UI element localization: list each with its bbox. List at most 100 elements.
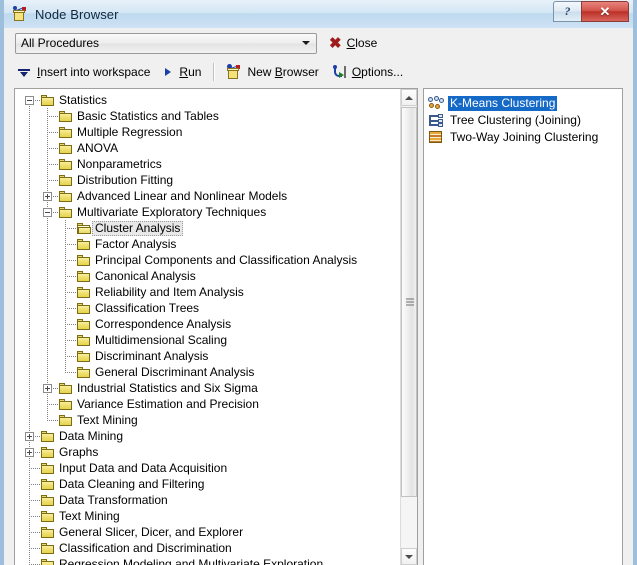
node-list-item[interactable]: Two-Way Joining Clustering (428, 129, 620, 146)
collapse-node-icon[interactable] (43, 208, 52, 217)
tree-node[interactable]: Reliability and Item Analysis (15, 284, 400, 300)
tree-node[interactable]: Variance Estimation and Precision (15, 396, 400, 412)
run-label: Run (179, 65, 201, 79)
tree-node[interactable]: Industrial Statistics and Six Sigma (15, 380, 400, 396)
close-window-button[interactable]: ✕ (581, 1, 629, 22)
tree-node-label: Basic Statistics and Tables (77, 108, 219, 123)
tree-node[interactable]: Data Transformation (15, 492, 400, 508)
client-area: All Procedures ✖ Close Insert into works… (4, 28, 633, 565)
tree-node[interactable]: Data Mining (15, 428, 400, 444)
tree-node[interactable]: General Discriminant Analysis (15, 364, 400, 380)
window-buttons: ? ✕ (553, 1, 629, 22)
new-browser-icon (225, 64, 242, 80)
tree-node[interactable]: Multidimensional Scaling (15, 332, 400, 348)
new-browser-button[interactable]: New Browser (225, 61, 319, 83)
help-button[interactable]: ? (553, 1, 581, 22)
expand-node-icon[interactable] (25, 448, 34, 457)
insert-into-workspace-button[interactable]: Insert into workspace (16, 61, 150, 83)
folder-icon (58, 110, 74, 123)
node-list-item[interactable]: Tree Clustering (Joining) (428, 112, 620, 129)
options-label: Options... (352, 65, 403, 79)
tree-node-label: Data Transformation (59, 492, 168, 507)
tree-node[interactable]: Text Mining (15, 412, 400, 428)
tree-guide-line (65, 260, 76, 261)
tree-node[interactable]: Text Mining (15, 508, 400, 524)
folder-icon (40, 446, 56, 459)
tree-node[interactable]: Correspondence Analysis (15, 316, 400, 332)
folder-icon (76, 238, 92, 251)
tree-node[interactable]: Multivariate Exploratory Techniques (15, 204, 400, 220)
scroll-down-button[interactable] (401, 548, 417, 565)
tree-guide-line (65, 372, 76, 373)
tree-node-label: Canonical Analysis (95, 268, 196, 283)
scroll-up-button[interactable] (401, 89, 417, 106)
tree-guide-line (65, 340, 76, 341)
tree-node[interactable]: Input Data and Data Acquisition (15, 460, 400, 476)
expand-node-icon[interactable] (25, 432, 34, 441)
tree-node[interactable]: Multiple Regression (15, 124, 400, 140)
tree-node[interactable]: General Slicer, Dicer, and Explorer (15, 524, 400, 540)
folder-icon (76, 254, 92, 267)
folder-icon (40, 462, 56, 475)
tree-node[interactable]: Graphs (15, 444, 400, 460)
tree-node[interactable]: Advanced Linear and Nonlinear Models (15, 188, 400, 204)
procedure-filter-combobox[interactable]: All Procedures (15, 32, 317, 54)
tree-guide-line (47, 180, 58, 181)
tree-node[interactable]: Principal Components and Classification … (15, 252, 400, 268)
category-tree-pane: Statistics Basic Statistics and Tables Mul… (14, 88, 418, 565)
tree-node-label: Input Data and Data Acquisition (59, 460, 228, 475)
folder-icon (58, 174, 74, 187)
tree-node[interactable]: ANOVA (15, 140, 400, 156)
tree-node[interactable]: Basic Statistics and Tables (15, 108, 400, 124)
procedure-filter-value: All Procedures (21, 36, 100, 50)
tree-scrollbar[interactable] (400, 89, 417, 565)
node-browser-icon (12, 6, 28, 22)
tree-node-label: General Discriminant Analysis (95, 364, 255, 379)
run-triangle-icon (162, 64, 174, 80)
node-list[interactable]: K-Means Clustering Tree Clustering (Joini… (428, 95, 620, 146)
folder-icon (58, 206, 74, 219)
new-browser-label-pre: New (247, 65, 275, 79)
panes: Statistics Basic Statistics and Tables Mul… (14, 88, 623, 565)
folder-icon (40, 526, 56, 539)
folder-icon (58, 142, 74, 155)
tree-node[interactable]: Nonparametrics (15, 156, 400, 172)
folder-icon (40, 542, 56, 555)
scrollbar-thumb[interactable] (401, 107, 417, 497)
scroll-down-icon (405, 554, 413, 559)
tree-node-label: Classification and Discrimination (59, 540, 232, 555)
node-list-item[interactable]: K-Means Clustering (428, 95, 620, 112)
tree-node[interactable]: Canonical Analysis (15, 268, 400, 284)
tree-node[interactable]: Cluster Analysis (15, 220, 400, 236)
folder-icon (58, 190, 74, 203)
options-button[interactable]: Options... (331, 61, 403, 83)
chevron-down-icon (302, 41, 310, 45)
tree-node[interactable]: Classification and Discrimination (15, 540, 400, 556)
two-way-joining-icon (428, 130, 444, 145)
tree-guide-line (29, 484, 40, 485)
node-list-item-label: Two-Way Joining Clustering (450, 130, 599, 144)
run-button[interactable]: Run (162, 61, 201, 83)
expand-node-icon[interactable] (43, 384, 52, 393)
scroll-up-icon (405, 95, 413, 100)
tree-node-label: Multivariate Exploratory Techniques (77, 204, 267, 219)
tree-node[interactable]: Regression Modeling and Multivariate Exp… (15, 556, 400, 565)
folder-icon (76, 270, 92, 283)
close-button[interactable]: ✖ Close (329, 36, 377, 51)
tree-node[interactable]: Data Cleaning and Filtering (15, 476, 400, 492)
tree-node[interactable]: Statistics (15, 92, 400, 108)
tree-node[interactable]: Factor Analysis (15, 236, 400, 252)
title-bar: Node Browser ? ✕ (4, 0, 633, 28)
folder-icon (58, 382, 74, 395)
toolbar-separator (213, 63, 216, 81)
tree-node[interactable]: Discriminant Analysis (15, 348, 400, 364)
folder-icon (40, 510, 56, 523)
category-tree[interactable]: Statistics Basic Statistics and Tables Mul… (15, 92, 400, 565)
tree-node[interactable]: Distribution Fitting (15, 172, 400, 188)
collapse-node-icon[interactable] (25, 96, 34, 105)
tree-guide-line (47, 132, 58, 133)
tree-node[interactable]: Classification Trees (15, 300, 400, 316)
folder-icon (58, 398, 74, 411)
expand-node-icon[interactable] (43, 192, 52, 201)
tree-node-label: Cluster Analysis (92, 220, 184, 236)
